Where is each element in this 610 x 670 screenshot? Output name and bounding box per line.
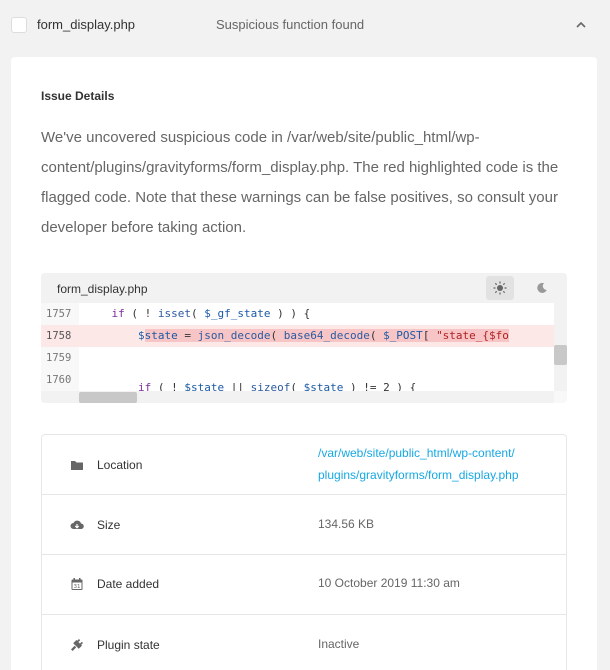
issue-file-name: form_display.php (37, 17, 136, 32)
detail-row-size: Size 134.56 KB (42, 495, 566, 555)
code-line: 1757 if ( ! isset( $_gf_state ) ) { (41, 303, 554, 325)
code-text: if ( ! $state || sizeof( $state ) != 2 )… (137, 381, 417, 391)
plug-icon (71, 639, 83, 651)
dark-theme-button[interactable] (528, 276, 556, 300)
horizontal-scrollbar-thumb[interactable] (79, 392, 137, 403)
code-area[interactable]: 1757 if ( ! isset( $_gf_state ) ) { 1758… (41, 303, 554, 391)
code-text: if ( ! isset( $_gf_state ) ) { (111, 307, 311, 320)
plugin-state-value: Inactive (318, 637, 360, 651)
cloud-icon (70, 520, 84, 529)
calendar-icon: 31 (71, 578, 83, 590)
code-line: 1759 (41, 347, 554, 369)
date-added-value: 10 October 2019 11:30 am (318, 576, 460, 590)
issue-description: We've uncovered suspicious code in /var/… (41, 129, 559, 236)
vertical-scrollbar-thumb[interactable] (554, 345, 567, 365)
location-link-line-1[interactable]: /var/web/site/public_html/wp-content/ (318, 442, 515, 464)
code-viewer-file-name: form_display.php (57, 282, 148, 296)
chevron-up-icon[interactable] (575, 19, 587, 31)
code-line: 1760 if ( ! $state || sizeof( $state ) !… (41, 369, 554, 391)
details-table: Location /var/web/site/public_html/wp-co… (41, 434, 567, 670)
issue-header[interactable]: form_display.php Suspicious function fou… (0, 0, 610, 52)
folder-icon (71, 461, 83, 470)
issue-details-panel: Issue Details We've uncovered suspicious… (11, 57, 597, 670)
light-theme-button[interactable] (486, 276, 514, 300)
moon-icon (537, 282, 547, 293)
line-number: 1760 (46, 374, 72, 386)
code-viewer-header: form_display.php (41, 273, 567, 303)
detail-row-location: Location /var/web/site/public_html/wp-co… (42, 435, 566, 495)
sun-icon (493, 281, 507, 295)
detail-row-plugin-state: Plugin state Inactive (42, 615, 566, 670)
detail-label: Date added (97, 577, 160, 591)
svg-text:31: 31 (74, 584, 81, 590)
detail-label: Plugin state (97, 638, 160, 652)
line-number: 1758 (46, 330, 72, 342)
code-line-flagged: 1758 $state = json_decode( base64_decode… (41, 325, 554, 347)
code-text: $state = json_decode( base64_decode( $_P… (137, 329, 509, 342)
location-link-line-2[interactable]: plugins/gravityforms/form_display.php (318, 464, 519, 486)
issue-details-title: Issue Details (41, 89, 115, 103)
detail-row-date-added: 31 Date added 10 October 2019 11:30 am (42, 555, 566, 615)
detail-label: Location (97, 458, 143, 472)
issue-summary: Suspicious function found (216, 17, 365, 32)
line-number: 1757 (46, 308, 72, 320)
issue-checkbox[interactable] (11, 17, 27, 33)
detail-label: Size (97, 518, 121, 532)
line-number: 1759 (46, 352, 72, 364)
size-value: 134.56 KB (318, 517, 375, 531)
code-viewer: form_display.php 1757 if (! isset($_gf… (41, 273, 567, 403)
